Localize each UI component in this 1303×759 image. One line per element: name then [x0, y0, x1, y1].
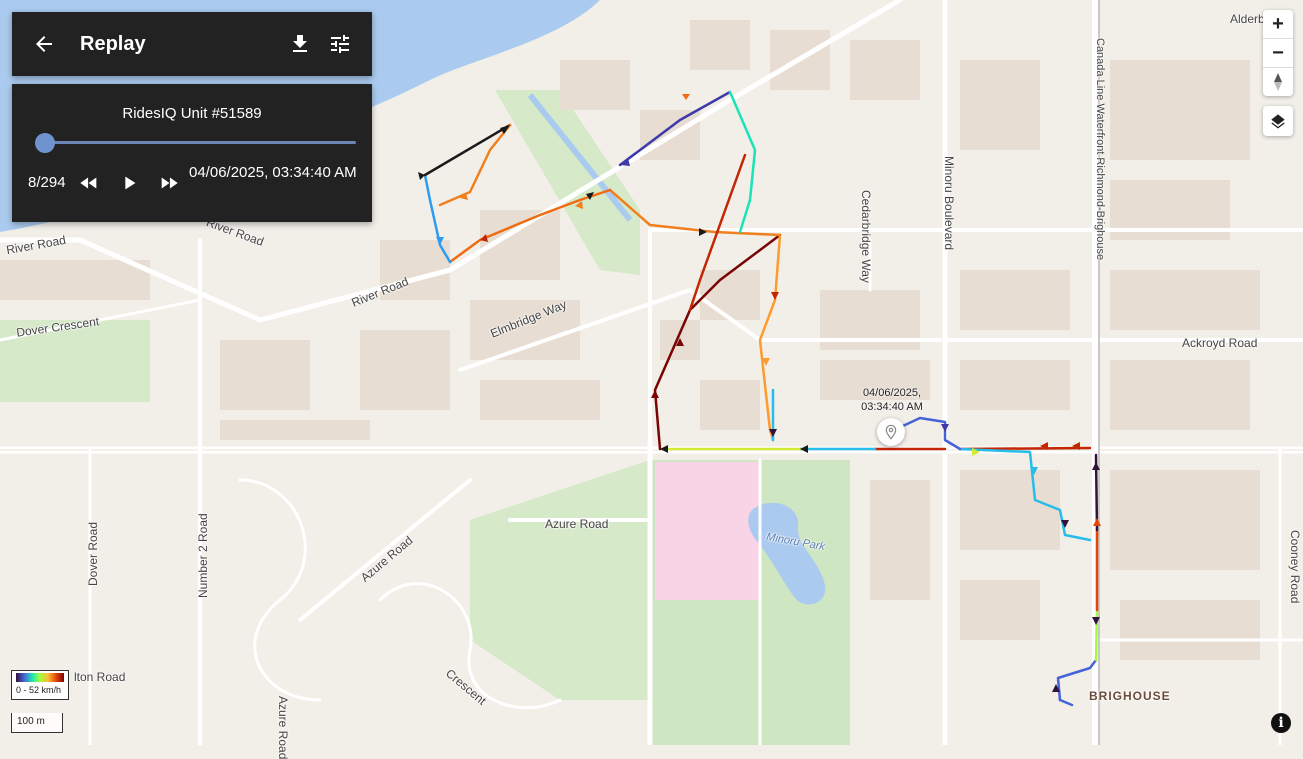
street-label-canada-line: Canada Line Waterfront Richmond-Brighous… [1094, 38, 1106, 261]
speed-gradient-bar [16, 673, 64, 682]
download-button[interactable] [288, 32, 312, 56]
location-pin-icon [885, 424, 897, 440]
position-counter: 8/294 [28, 174, 66, 191]
compass-icon [1274, 73, 1282, 91]
progress-slider-track[interactable] [36, 141, 356, 144]
street-label-number-2-road: Number 2 Road [196, 513, 210, 598]
play-icon [125, 176, 136, 190]
back-button[interactable] [32, 32, 56, 56]
zoom-out-button[interactable]: − [1263, 39, 1293, 68]
speed-legend-label: 0 - 52 km/h [16, 685, 62, 695]
street-label-azure-road: Azure Road [276, 696, 290, 759]
street-label-cooney-road: Cooney Road [1288, 530, 1302, 604]
replay-header: Replay [12, 12, 372, 76]
progress-slider-thumb[interactable] [34, 133, 55, 153]
info-icon: i [1278, 715, 1284, 731]
street-label-ackroyd-road: Ackroyd Road [1182, 336, 1258, 350]
download-icon [293, 35, 307, 52]
street-label-dover-road: Dover Road [86, 521, 100, 586]
settings-button[interactable] [328, 32, 352, 56]
park-area [470, 460, 650, 700]
marker-timestamp-label: 04/06/2025, 03:34:40 AM [861, 387, 923, 413]
reset-north-button[interactable] [1263, 68, 1293, 96]
street-label-lton-road: lton Road [74, 670, 126, 684]
zoom-controls: + − [1263, 10, 1293, 96]
zoom-out-icon: − [1272, 41, 1284, 64]
replay-player: RidesIQ Unit #51589 8/294 04/06/2025, 03… [12, 84, 372, 222]
street-label-azure-road: Azure Road [545, 517, 609, 531]
tune-icon [331, 35, 349, 53]
page-title: Replay [80, 33, 146, 55]
fast-forward-button[interactable] [158, 172, 180, 194]
play-button[interactable] [118, 172, 140, 194]
zoom-in-button[interactable]: + [1263, 10, 1293, 39]
zoom-in-icon: + [1272, 12, 1284, 35]
hospital-area [655, 462, 760, 600]
speed-legend: 0 - 52 km/h [11, 670, 69, 700]
rewind-icon [80, 177, 97, 189]
scale-bar: 100 m [11, 713, 63, 733]
arrow-left-icon [36, 36, 52, 52]
location-pin-marker[interactable] [877, 418, 905, 446]
layers-icon [1271, 114, 1285, 129]
street-label-minoru-boulevard: Minoru Boulevard [942, 156, 956, 251]
attribution-info-button[interactable]: i [1271, 713, 1291, 733]
current-timestamp: 04/06/2025, 03:34:40 AM [189, 164, 357, 181]
unit-name: RidesIQ Unit #51589 [122, 105, 262, 122]
fast-forward-icon [161, 177, 178, 189]
rewind-button[interactable] [78, 172, 100, 194]
layers-button[interactable] [1263, 106, 1293, 136]
street-label-cedarbridge-way: Cedarbridge Way [859, 190, 873, 283]
scale-label: 100 m [17, 716, 45, 727]
district-label-brighouse: BRIGHOUSE [1089, 689, 1171, 703]
